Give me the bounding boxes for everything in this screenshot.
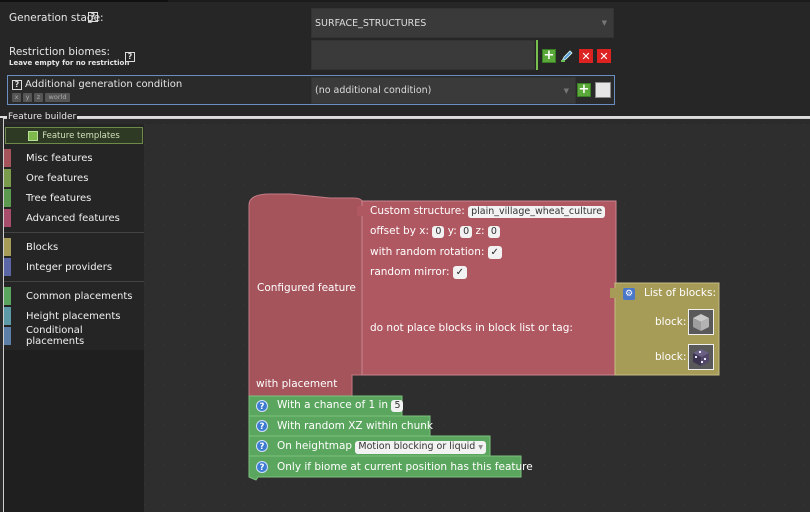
random-rotation-row: with random rotation: ✓: [370, 246, 502, 259]
offset-x-field[interactable]: 0: [432, 226, 445, 238]
list-input-notch: [610, 288, 617, 298]
random-rotation-label: with random rotation:: [370, 246, 485, 258]
offset-z-label: z:: [475, 225, 485, 237]
chance-field[interactable]: 5: [391, 400, 404, 412]
block-picker[interactable]: [688, 309, 714, 335]
placement-chance-label: With a chance of 1 in: [277, 399, 389, 411]
stone-block-icon: [693, 314, 709, 331]
offset-y-label: y:: [447, 225, 457, 237]
block-label: block:: [655, 351, 687, 363]
block-label: block:: [655, 316, 687, 328]
placement-biome-label: Only if biome at current position has th…: [277, 461, 533, 473]
chevron-down-icon: ▼: [478, 444, 483, 451]
random-mirror-label: random mirror:: [370, 266, 450, 278]
help-icon[interactable]: ?: [256, 400, 268, 412]
offset-row: offset by x: 0 y: 0 z: 0: [370, 225, 500, 238]
structure-input-notch: [357, 206, 364, 216]
placement-chance: With a chance of 1 in 5: [277, 399, 404, 412]
list-of-blocks-label: List of blocks:: [644, 287, 717, 299]
block-picker[interactable]: [688, 344, 714, 370]
help-icon[interactable]: ?: [256, 461, 268, 473]
placement-heightmap-label: On heightmap: [277, 440, 353, 452]
structure-void-block-icon: [693, 349, 709, 366]
placement-random-xz-label: With random XZ within chunk: [277, 420, 433, 432]
custom-structure-row: Custom structure: plain_village_wheat_cu…: [370, 205, 606, 218]
offset-z-field[interactable]: 0: [487, 226, 500, 238]
configured-feature-label: Configured feature: [257, 282, 356, 294]
offset-x-label: offset by x:: [370, 225, 430, 237]
do-not-place-label: do not place blocks in block list or tag…: [370, 322, 573, 334]
app-root: Generation stage: ? SURFACE_STRUCTURES ▼…: [0, 0, 810, 512]
configured-feature-block[interactable]: [248, 193, 364, 401]
offset-y-field[interactable]: 0: [460, 226, 473, 238]
random-mirror-checkbox[interactable]: ✓: [452, 266, 467, 279]
random-mirror-row: random mirror: ✓: [370, 266, 467, 279]
structure-name-field[interactable]: plain_village_wheat_culture: [468, 206, 606, 218]
heightmap-dropdown[interactable]: Motion blocking or liquid ▼: [355, 441, 486, 454]
heightmap-value: Motion blocking or liquid: [358, 441, 476, 452]
with-placement-label: with placement: [256, 378, 338, 390]
gear-icon[interactable]: ⚙: [623, 288, 635, 300]
help-icon[interactable]: ?: [256, 420, 268, 432]
placement-heightmap: On heightmap Motion blocking or liquid ▼: [277, 440, 486, 454]
help-icon[interactable]: ?: [256, 440, 268, 452]
custom-structure-label: Custom structure:: [370, 205, 465, 217]
random-rotation-checkbox[interactable]: ✓: [487, 246, 502, 259]
